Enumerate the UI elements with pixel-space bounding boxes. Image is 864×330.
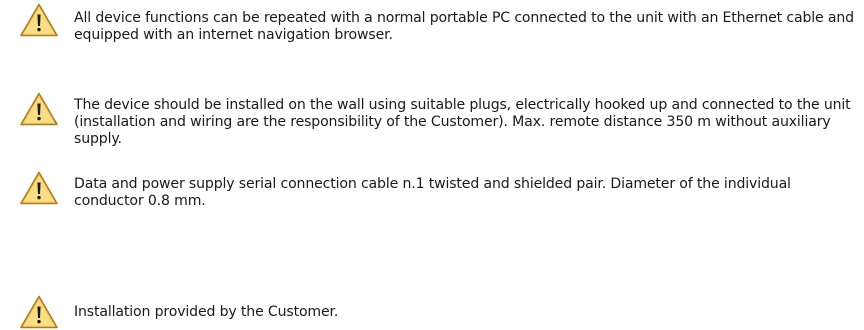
warning-triangle-icon	[19, 170, 59, 206]
note-text: Installation provided by the Customer.	[74, 304, 339, 320]
note-text: The device should be installed on the wa…	[74, 97, 851, 147]
warning-triangle-icon	[19, 2, 59, 38]
note-text: All device functions can be repeated wit…	[74, 10, 854, 43]
note-text: Data and power supply serial connection …	[74, 176, 791, 209]
warning-triangle-icon	[19, 91, 59, 127]
warning-triangle-icon	[19, 294, 59, 330]
